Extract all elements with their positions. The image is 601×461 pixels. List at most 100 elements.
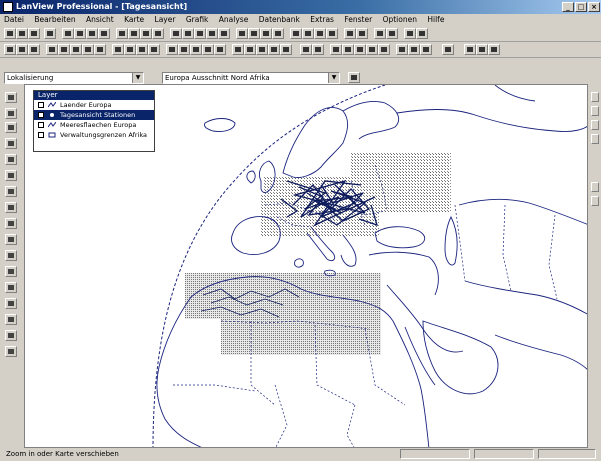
buffer-tool-icon[interactable] bbox=[5, 282, 17, 293]
minimize-button[interactable]: _ bbox=[562, 2, 574, 12]
rotate-tool-icon[interactable] bbox=[5, 330, 17, 341]
tool-a-icon[interactable] bbox=[591, 106, 599, 116]
maximize-button[interactable]: □ bbox=[575, 2, 587, 12]
curve-icon[interactable] bbox=[244, 44, 256, 55]
label-tool-icon[interactable] bbox=[5, 250, 17, 261]
polyline-icon[interactable] bbox=[124, 44, 136, 55]
settings-icon[interactable] bbox=[374, 28, 386, 39]
palette-icon[interactable] bbox=[396, 44, 408, 55]
refresh-icon[interactable] bbox=[218, 28, 230, 39]
layer-up-icon[interactable] bbox=[260, 28, 272, 39]
paste-icon[interactable] bbox=[86, 28, 98, 39]
align-center-icon[interactable] bbox=[94, 44, 106, 55]
layer-visibility-checkbox[interactable] bbox=[38, 112, 44, 118]
line-tool-icon[interactable] bbox=[5, 218, 17, 229]
menu-options[interactable]: Optionen bbox=[379, 14, 421, 26]
square-fill-icon[interactable] bbox=[354, 44, 366, 55]
new-icon[interactable] bbox=[4, 28, 16, 39]
export-icon[interactable] bbox=[356, 28, 368, 39]
zoom-tool-icon[interactable] bbox=[5, 108, 17, 119]
node-icon[interactable] bbox=[280, 44, 292, 55]
line-icon[interactable] bbox=[112, 44, 124, 55]
zigzag-icon[interactable] bbox=[330, 44, 342, 55]
underline-icon[interactable] bbox=[70, 44, 82, 55]
layer-remove-icon[interactable] bbox=[248, 28, 260, 39]
flag-icon[interactable] bbox=[416, 28, 428, 39]
menu-database[interactable]: Datenbank bbox=[255, 14, 304, 26]
print-icon[interactable] bbox=[44, 28, 56, 39]
rectangle-icon[interactable] bbox=[148, 44, 160, 55]
dot-icon[interactable] bbox=[366, 44, 378, 55]
italic-icon[interactable] bbox=[58, 44, 70, 55]
layer-select[interactable]: Lokalisierung ▼ bbox=[4, 72, 144, 84]
menu-graphics[interactable]: Grafik bbox=[182, 14, 213, 26]
arrow-icon[interactable] bbox=[232, 44, 244, 55]
dot-fill-icon[interactable] bbox=[378, 44, 390, 55]
menu-map[interactable]: Karte bbox=[120, 14, 148, 26]
align-left-icon[interactable] bbox=[82, 44, 94, 55]
tool-c-icon[interactable] bbox=[591, 134, 599, 144]
text-tool-icon[interactable] bbox=[166, 44, 178, 55]
tool-d-icon[interactable] bbox=[591, 182, 599, 192]
gear-icon[interactable] bbox=[404, 28, 416, 39]
layer-item[interactable]: Verwaltungsgrenzen Afrika bbox=[34, 130, 154, 140]
menu-help[interactable]: Hilfe bbox=[423, 14, 448, 26]
tool-b-icon[interactable] bbox=[591, 120, 599, 130]
cut-icon[interactable] bbox=[62, 28, 74, 39]
bold-icon[interactable] bbox=[46, 44, 58, 55]
chevron-down-icon[interactable]: ▼ bbox=[328, 73, 339, 83]
label-icon[interactable] bbox=[206, 28, 218, 39]
pan-icon[interactable] bbox=[140, 28, 152, 39]
query-icon[interactable] bbox=[302, 28, 314, 39]
arrow-tool-icon[interactable] bbox=[5, 92, 17, 103]
zoom-in-icon[interactable] bbox=[116, 28, 128, 39]
layer-add-icon[interactable] bbox=[236, 28, 248, 39]
menu-layer[interactable]: Layer bbox=[151, 14, 180, 26]
scale-bar-icon[interactable] bbox=[488, 44, 500, 55]
layer-visibility-checkbox[interactable] bbox=[38, 122, 44, 128]
ellipse-icon[interactable] bbox=[268, 44, 280, 55]
full-extent-icon[interactable] bbox=[152, 28, 164, 39]
menu-tools[interactable]: Extras bbox=[306, 14, 338, 26]
info-tool-icon[interactable] bbox=[5, 138, 17, 149]
ruler-icon[interactable] bbox=[464, 44, 476, 55]
lock-icon[interactable] bbox=[408, 44, 420, 55]
chevron-down-icon[interactable]: ▼ bbox=[132, 73, 143, 83]
grid-icon[interactable] bbox=[344, 28, 356, 39]
copy-icon[interactable] bbox=[74, 28, 86, 39]
freehand-icon[interactable] bbox=[342, 44, 354, 55]
grid-snap-icon[interactable] bbox=[420, 44, 432, 55]
map-view-icon[interactable] bbox=[28, 44, 40, 55]
symbol-tool-icon[interactable] bbox=[5, 266, 17, 277]
chart-icon[interactable] bbox=[314, 28, 326, 39]
compass-icon[interactable] bbox=[476, 44, 488, 55]
menu-window[interactable]: Fenster bbox=[340, 14, 376, 26]
undo-icon[interactable] bbox=[98, 28, 110, 39]
symbol-icon[interactable] bbox=[178, 44, 190, 55]
table-icon[interactable] bbox=[290, 28, 302, 39]
dropdown-style-icon[interactable] bbox=[300, 44, 312, 55]
lasso-tool-icon[interactable] bbox=[5, 170, 17, 181]
menu-file[interactable]: Datei bbox=[0, 14, 28, 26]
legend-icon[interactable] bbox=[326, 28, 338, 39]
info-icon[interactable] bbox=[182, 28, 194, 39]
select-tool-icon[interactable] bbox=[5, 154, 17, 165]
pencil-icon[interactable] bbox=[442, 44, 454, 55]
table-view-icon[interactable] bbox=[16, 44, 28, 55]
select-icon[interactable] bbox=[170, 28, 182, 39]
open-icon[interactable] bbox=[16, 28, 28, 39]
close-button[interactable]: × bbox=[588, 2, 600, 12]
help-icon[interactable] bbox=[386, 28, 398, 39]
brush-icon[interactable] bbox=[214, 44, 226, 55]
menu-edit[interactable]: Bearbeiten bbox=[30, 14, 79, 26]
pen-icon[interactable] bbox=[202, 44, 214, 55]
polygon-tool-icon[interactable] bbox=[5, 234, 17, 245]
pointer-icon[interactable] bbox=[4, 44, 16, 55]
apply-view-icon[interactable] bbox=[348, 72, 360, 83]
save-icon[interactable] bbox=[28, 28, 40, 39]
circle-tool-icon[interactable] bbox=[256, 44, 268, 55]
layer-visibility-checkbox[interactable] bbox=[38, 132, 44, 138]
polygon-icon[interactable] bbox=[136, 44, 148, 55]
node-tool-icon[interactable] bbox=[5, 314, 17, 325]
measure-icon[interactable] bbox=[194, 28, 206, 39]
